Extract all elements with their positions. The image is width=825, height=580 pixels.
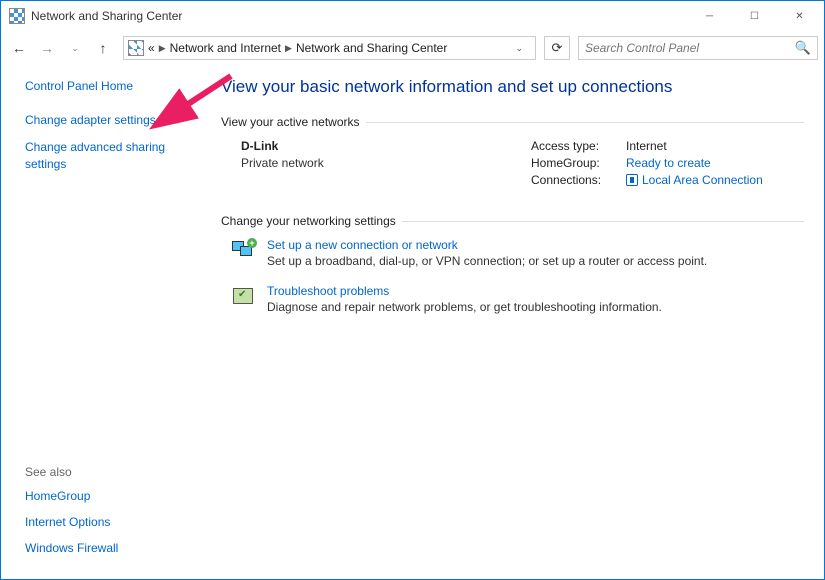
breadcrumb-bar[interactable]: « ▶ Network and Internet ▶ Network and S… [123,36,536,60]
breadcrumb-current[interactable]: Network and Sharing Center [296,41,447,55]
sidebar: Control Panel Home Change adapter settin… [1,65,211,579]
window-title: Network and Sharing Center [31,9,687,23]
search-input[interactable] [585,41,795,55]
search-box[interactable]: 🔍 [578,36,818,60]
connection-name: Local Area Connection [642,173,763,187]
search-icon[interactable]: 🔍 [795,40,811,56]
breadcrumb-dropdown-icon[interactable]: ⌄ [511,43,527,54]
active-networks-legend: View your active networks [221,115,366,129]
change-settings-legend: Change your networking settings [221,214,402,228]
navigation-bar: ← → ⌄ ↑ « ▶ Network and Internet ▶ Netwo… [1,31,824,65]
sidebar-item-homegroup[interactable]: HomeGroup [25,489,199,503]
troubleshoot-desc: Diagnose and repair network problems, or… [267,300,662,314]
sidebar-item-adapter-settings[interactable]: Change adapter settings [25,113,199,127]
sidebar-item-internet-options[interactable]: Internet Options [25,515,199,529]
troubleshoot-icon [231,284,255,308]
main-heading: View your basic network information and … [221,77,804,97]
forward-button[interactable]: → [35,36,59,60]
setup-connection-icon: + [231,238,255,262]
active-networks-section: View your active networks D-Link Private… [221,115,804,190]
close-button[interactable]: ✕ [777,2,822,30]
window-controls: ─ ☐ ✕ [687,2,822,30]
ethernet-icon [626,174,638,186]
breadcrumb-network-internet[interactable]: Network and Internet [170,41,281,55]
chevron-right-icon[interactable]: ▶ [159,43,166,54]
homegroup-link[interactable]: Ready to create [626,156,711,170]
breadcrumb-icon [128,40,144,56]
sidebar-item-firewall[interactable]: Windows Firewall [25,541,199,555]
change-settings-section: Change your networking settings + Set up… [221,214,804,330]
app-icon [9,8,25,24]
content-area: Control Panel Home Change adapter settin… [1,65,824,579]
refresh-button[interactable]: ⟳ [544,36,570,60]
network-type: Private network [241,156,531,170]
setup-connection-desc: Set up a broadband, dial-up, or VPN conn… [267,254,707,268]
title-bar: Network and Sharing Center ─ ☐ ✕ [1,1,824,31]
sidebar-item-advanced-sharing[interactable]: Change advanced sharing settings [25,139,199,173]
sidebar-item-home[interactable]: Control Panel Home [25,79,199,93]
breadcrumb-prefix: « [148,41,155,55]
access-type-value: Internet [626,139,667,153]
maximize-button[interactable]: ☐ [732,2,777,30]
connections-label: Connections: [531,173,626,187]
access-type-label: Access type: [531,139,626,153]
setup-connection-link[interactable]: Set up a new connection or network [267,238,707,252]
up-button[interactable]: ↑ [91,36,115,60]
back-button[interactable]: ← [7,36,31,60]
homegroup-label: HomeGroup: [531,156,626,170]
main-panel: View your basic network information and … [211,65,824,579]
troubleshoot-item: Troubleshoot problems Diagnose and repai… [221,284,804,314]
network-name: D-Link [241,139,531,153]
setup-connection-item: + Set up a new connection or network Set… [221,238,804,268]
recent-dropdown-icon[interactable]: ⌄ [63,36,87,60]
minimize-button[interactable]: ─ [687,2,732,30]
chevron-right-icon[interactable]: ▶ [285,43,292,54]
troubleshoot-link[interactable]: Troubleshoot problems [267,284,662,298]
see-also-label: See also [25,465,199,479]
connection-link[interactable]: Local Area Connection [626,173,763,187]
